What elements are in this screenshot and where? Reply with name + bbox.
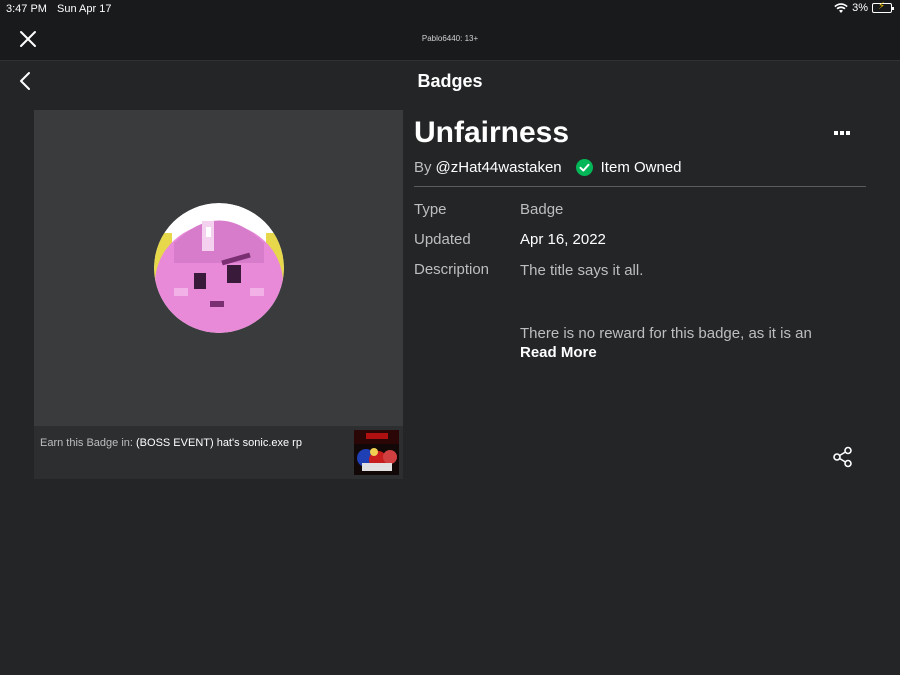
account-label: Pablo6440: 13+ bbox=[421, 34, 479, 43]
updated-label: Updated bbox=[414, 231, 471, 248]
owned-status: Item Owned bbox=[600, 159, 682, 176]
creator-link[interactable]: @zHat44wastaken bbox=[436, 159, 562, 176]
badge-card: Earn this Badge in: (BOSS EVENT) hat's s… bbox=[34, 110, 403, 479]
status-date: Sun Apr 17 bbox=[57, 3, 112, 15]
badge-thumbnail bbox=[154, 203, 284, 333]
wifi-icon bbox=[834, 2, 848, 13]
share-icon[interactable] bbox=[832, 446, 854, 468]
game-link[interactable]: (BOSS EVENT) hat's sonic.exe rp bbox=[136, 437, 302, 449]
updated-value: Apr 16, 2022 bbox=[520, 231, 606, 248]
creator-line: By @zHat44wastaken Item Owned bbox=[414, 159, 682, 176]
description-line-1: The title says it all. bbox=[520, 262, 644, 279]
badge-image-area bbox=[34, 110, 403, 426]
earn-badge-text: Earn this Badge in: (BOSS EVENT) hat's s… bbox=[40, 437, 302, 449]
game-thumbnail[interactable] bbox=[354, 430, 399, 475]
type-value: Badge bbox=[520, 201, 564, 218]
battery-percent: 3% bbox=[852, 2, 868, 14]
top-bar: Pablo6440: 13+ bbox=[0, 18, 900, 61]
read-more-link[interactable]: Read More bbox=[520, 344, 597, 361]
battery-icon: ⚡ bbox=[872, 1, 894, 13]
status-time: 3:47 PM bbox=[6, 3, 47, 15]
divider bbox=[414, 186, 866, 187]
badge-footer: Earn this Badge in: (BOSS EVENT) hat's s… bbox=[34, 426, 403, 479]
more-icon[interactable] bbox=[832, 126, 852, 140]
description-line-2: There is no reward for this badge, as it… bbox=[520, 325, 812, 342]
description-label: Description bbox=[414, 261, 490, 278]
badge-name: Unfairness bbox=[414, 116, 570, 149]
type-label: Type bbox=[414, 201, 447, 218]
check-circle-icon bbox=[575, 159, 593, 176]
by-prefix: By bbox=[414, 159, 432, 176]
status-indicators: 3% ⚡ bbox=[834, 1, 894, 14]
status-bar: 3:47 PM Sun Apr 17 3% ⚡ bbox=[0, 0, 900, 18]
earn-prefix: Earn this Badge in: bbox=[40, 437, 133, 449]
page-title: Badges bbox=[417, 71, 483, 91]
